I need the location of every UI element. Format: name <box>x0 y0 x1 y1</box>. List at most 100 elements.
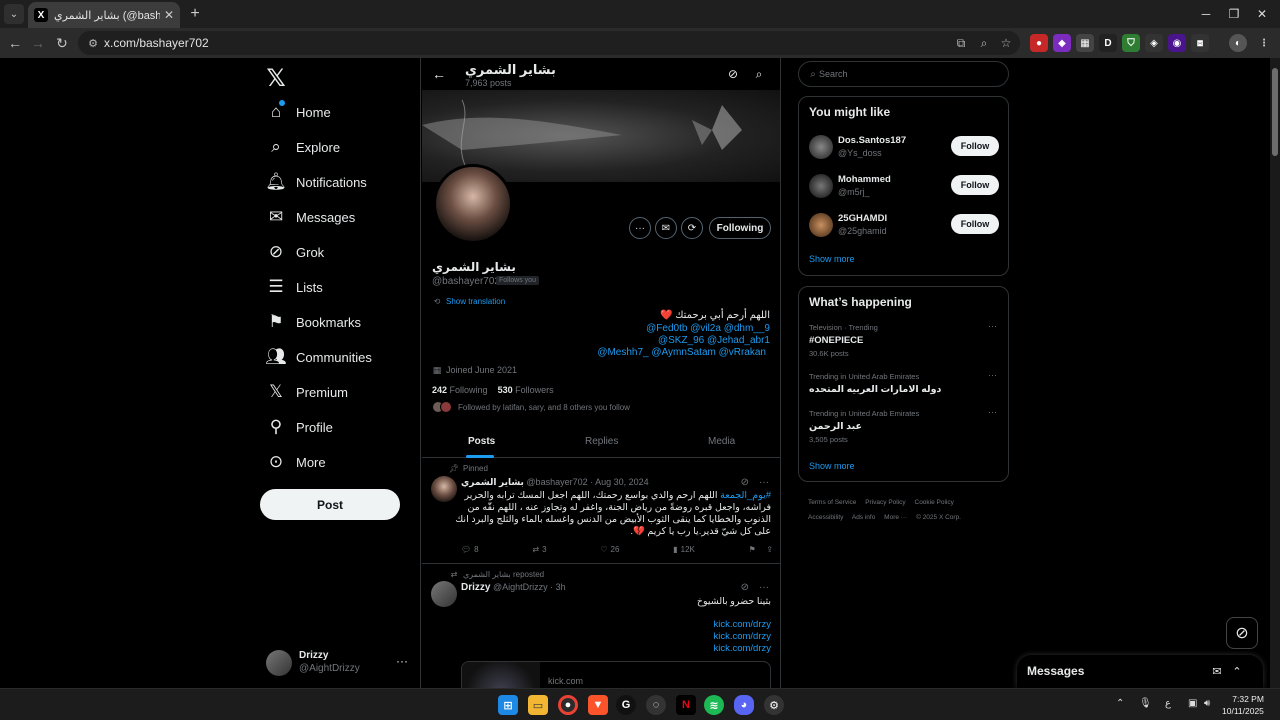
scrollbar-thumb[interactable] <box>1272 68 1278 156</box>
nav-messages[interactable]: ✉ Messages <box>266 205 355 229</box>
footer-link[interactable]: Privacy Policy <box>865 499 905 506</box>
discord-icon[interactable]: ◕ <box>734 695 754 715</box>
volume-icon[interactable]: 🔊︎ <box>1204 698 1210 709</box>
follow-button[interactable]: Follow <box>951 136 999 156</box>
grok-icon[interactable]: ⊘ <box>741 477 749 488</box>
x-logo-icon[interactable]: 𝕏 <box>264 65 288 92</box>
tweet-link[interactable]: kick.com/drzy <box>713 619 771 631</box>
share-icon[interactable]: ⇪ <box>766 545 773 554</box>
bookmark-icon[interactable]: ⚑ <box>749 545 756 554</box>
browser-menu-icon[interactable]: ⋮ <box>1255 34 1273 52</box>
footer-link[interactable]: Ads info <box>852 514 876 521</box>
tab-posts[interactable]: Posts <box>468 436 495 447</box>
tab-media[interactable]: Media <box>708 436 735 447</box>
following-button[interactable]: Following <box>709 217 771 239</box>
footer-link[interactable]: Cookie Policy <box>915 499 954 506</box>
tweet-link[interactable]: kick.com/drzy <box>713 631 771 643</box>
network-icon[interactable]: ▣ <box>1188 698 1197 709</box>
nav-bookmarks[interactable]: ⚑ Bookmarks <box>266 310 361 334</box>
app-loading-icon[interactable]: ◌ <box>646 695 666 715</box>
follow-button[interactable]: Follow <box>951 175 999 195</box>
bookmark-star-icon[interactable]: ☆ <box>998 35 1014 51</box>
site-info-icon[interactable]: ⚙ <box>86 36 100 50</box>
tweet-date[interactable]: · 3h <box>550 582 566 592</box>
extension-d-icon[interactable]: D <box>1099 34 1117 52</box>
following-link[interactable]: 242 Following <box>432 385 488 395</box>
profile-avatar[interactable] <box>433 164 513 244</box>
microphone-icon[interactable]: 🎙︎ <box>1139 698 1152 709</box>
more-dots-icon[interactable]: ··· <box>988 407 997 417</box>
netflix-icon[interactable]: N <box>676 695 696 715</box>
message-button[interactable]: ✉ <box>655 217 677 239</box>
forward-button[interactable]: → <box>28 33 48 53</box>
nav-home[interactable]: ⌂ Home <box>266 100 331 124</box>
restore-button[interactable]: ❐ <box>1224 5 1244 23</box>
steam-icon[interactable]: ⚙ <box>764 695 784 715</box>
tab-replies[interactable]: Replies <box>585 436 618 447</box>
nav-explore[interactable]: ⌕ Explore <box>266 135 340 159</box>
back-arrow-icon[interactable]: ← <box>431 66 447 82</box>
reload-button[interactable]: ↻ <box>52 33 72 53</box>
link-card[interactable]: kick.com <box>461 661 771 688</box>
extension-red-icon[interactable]: ● <box>1030 34 1048 52</box>
file-explorer-icon[interactable]: ▭ <box>528 695 548 715</box>
repost-button[interactable]: ⇄ 3 <box>532 545 546 554</box>
footer-link[interactable]: Accessibility <box>808 514 843 521</box>
nav-communities[interactable]: 👥︎ Communities <box>265 345 372 369</box>
tweet-date[interactable]: · Aug 30, 2024 <box>590 477 649 487</box>
extension-purple-icon[interactable]: ◆ <box>1053 34 1071 52</box>
trend-item[interactable]: Trending in United Arab Emirates عبد الر… <box>809 407 999 444</box>
tweet-author-name[interactable]: بشاير الشمري <box>461 477 524 487</box>
extension-eye-icon[interactable]: ◉ <box>1168 34 1186 52</box>
chrome-icon[interactable]: ● <box>558 695 578 715</box>
messages-drawer[interactable]: Messages ✉ ⌃ <box>1017 655 1263 688</box>
views-button[interactable]: ▮ 12K <box>673 545 695 554</box>
post-button[interactable]: Post <box>260 489 400 520</box>
trend-item[interactable]: Television · Trending #ONEPIECE 30.6K po… <box>809 321 999 358</box>
more-dots-icon[interactable]: ··· <box>988 370 997 380</box>
profile-avatar-icon[interactable]: ◐ <box>1229 34 1247 52</box>
install-app-icon[interactable]: ⧉ <box>953 35 969 51</box>
tweet-author-name[interactable]: Drizzy <box>461 582 490 593</box>
followed-by[interactable]: Followed by latifan, sary, and 8 others … <box>432 401 630 413</box>
tweet-hashtag[interactable]: #يوم_الجمعة <box>720 490 771 501</box>
new-message-icon[interactable]: ✉ <box>1210 664 1224 678</box>
nav-lists[interactable]: ☰ Lists <box>266 275 322 299</box>
extension-diamond-icon[interactable]: ◈ <box>1145 34 1163 52</box>
nav-more[interactable]: ⊙ More <box>266 450 326 474</box>
footer-link[interactable]: Terms of Service <box>808 499 856 506</box>
system-clock[interactable]: 7:32 PM 10/11/2025 <box>1222 693 1264 717</box>
extensions-puzzle-icon[interactable]: ⧈ <box>1191 34 1209 52</box>
show-translation-link[interactable]: ⟲ Show translation <box>432 296 506 306</box>
new-tab-button[interactable]: + <box>186 5 204 23</box>
bio-mentions[interactable]: @SKZ_96 @Jehad_abr1 <box>658 335 770 346</box>
nav-grok[interactable]: ⊘ Grok <box>266 240 324 264</box>
tab-close-icon[interactable]: ✕ <box>164 8 174 22</box>
like-button[interactable]: ♡ 26 <box>600 545 619 554</box>
tweet-author-handle[interactable]: @bashayer702 <box>526 477 587 487</box>
suggestion-item[interactable]: Dos.Santos187 @Ys_doss Follow <box>809 133 999 163</box>
zoom-icon[interactable]: ⌕ <box>976 35 992 51</box>
browser-tab[interactable]: X بشاير الشمري (@bashayer702) / X ✕ <box>28 2 180 28</box>
tweet-author-handle[interactable]: @AightDrizzy <box>493 582 548 592</box>
expand-chevron-icon[interactable]: ⌃ <box>1230 664 1244 678</box>
back-button[interactable]: ← <box>5 33 25 53</box>
nav-profile[interactable]: ⚲ Profile <box>266 415 333 439</box>
spotify-icon[interactable]: ≋ <box>704 695 724 715</box>
show-more-link[interactable]: Show more <box>809 461 855 471</box>
followers-link[interactable]: 530 Followers <box>498 385 554 395</box>
tray-chevron-icon[interactable]: ⌃ <box>1116 698 1124 709</box>
tweet-link[interactable]: kick.com/drzy <box>713 643 771 655</box>
minimize-button[interactable]: ─ <box>1196 5 1216 23</box>
page-scrollbar[interactable] <box>1270 58 1280 688</box>
search-icon[interactable]: ⌕ <box>751 66 767 82</box>
more-dots-icon[interactable]: ··· <box>759 582 769 593</box>
footer-link[interactable]: More ··· <box>884 514 907 521</box>
start-icon[interactable]: ⊞ <box>498 695 518 715</box>
suggestion-item[interactable]: 25GHAMDI @25ghamid Follow <box>809 211 999 241</box>
extension-shield-icon[interactable]: ⛉ <box>1122 34 1140 52</box>
bio-mentions[interactable]: @Fed0tb @vil2a @dhm__9 <box>646 323 770 334</box>
tab-search-button[interactable]: ⌄ <box>4 4 24 24</box>
nav-notifications[interactable]: 🔔︎ Notifications <box>265 170 367 194</box>
suggestion-item[interactable]: Mohammed @m5rj_ Follow <box>809 172 999 202</box>
